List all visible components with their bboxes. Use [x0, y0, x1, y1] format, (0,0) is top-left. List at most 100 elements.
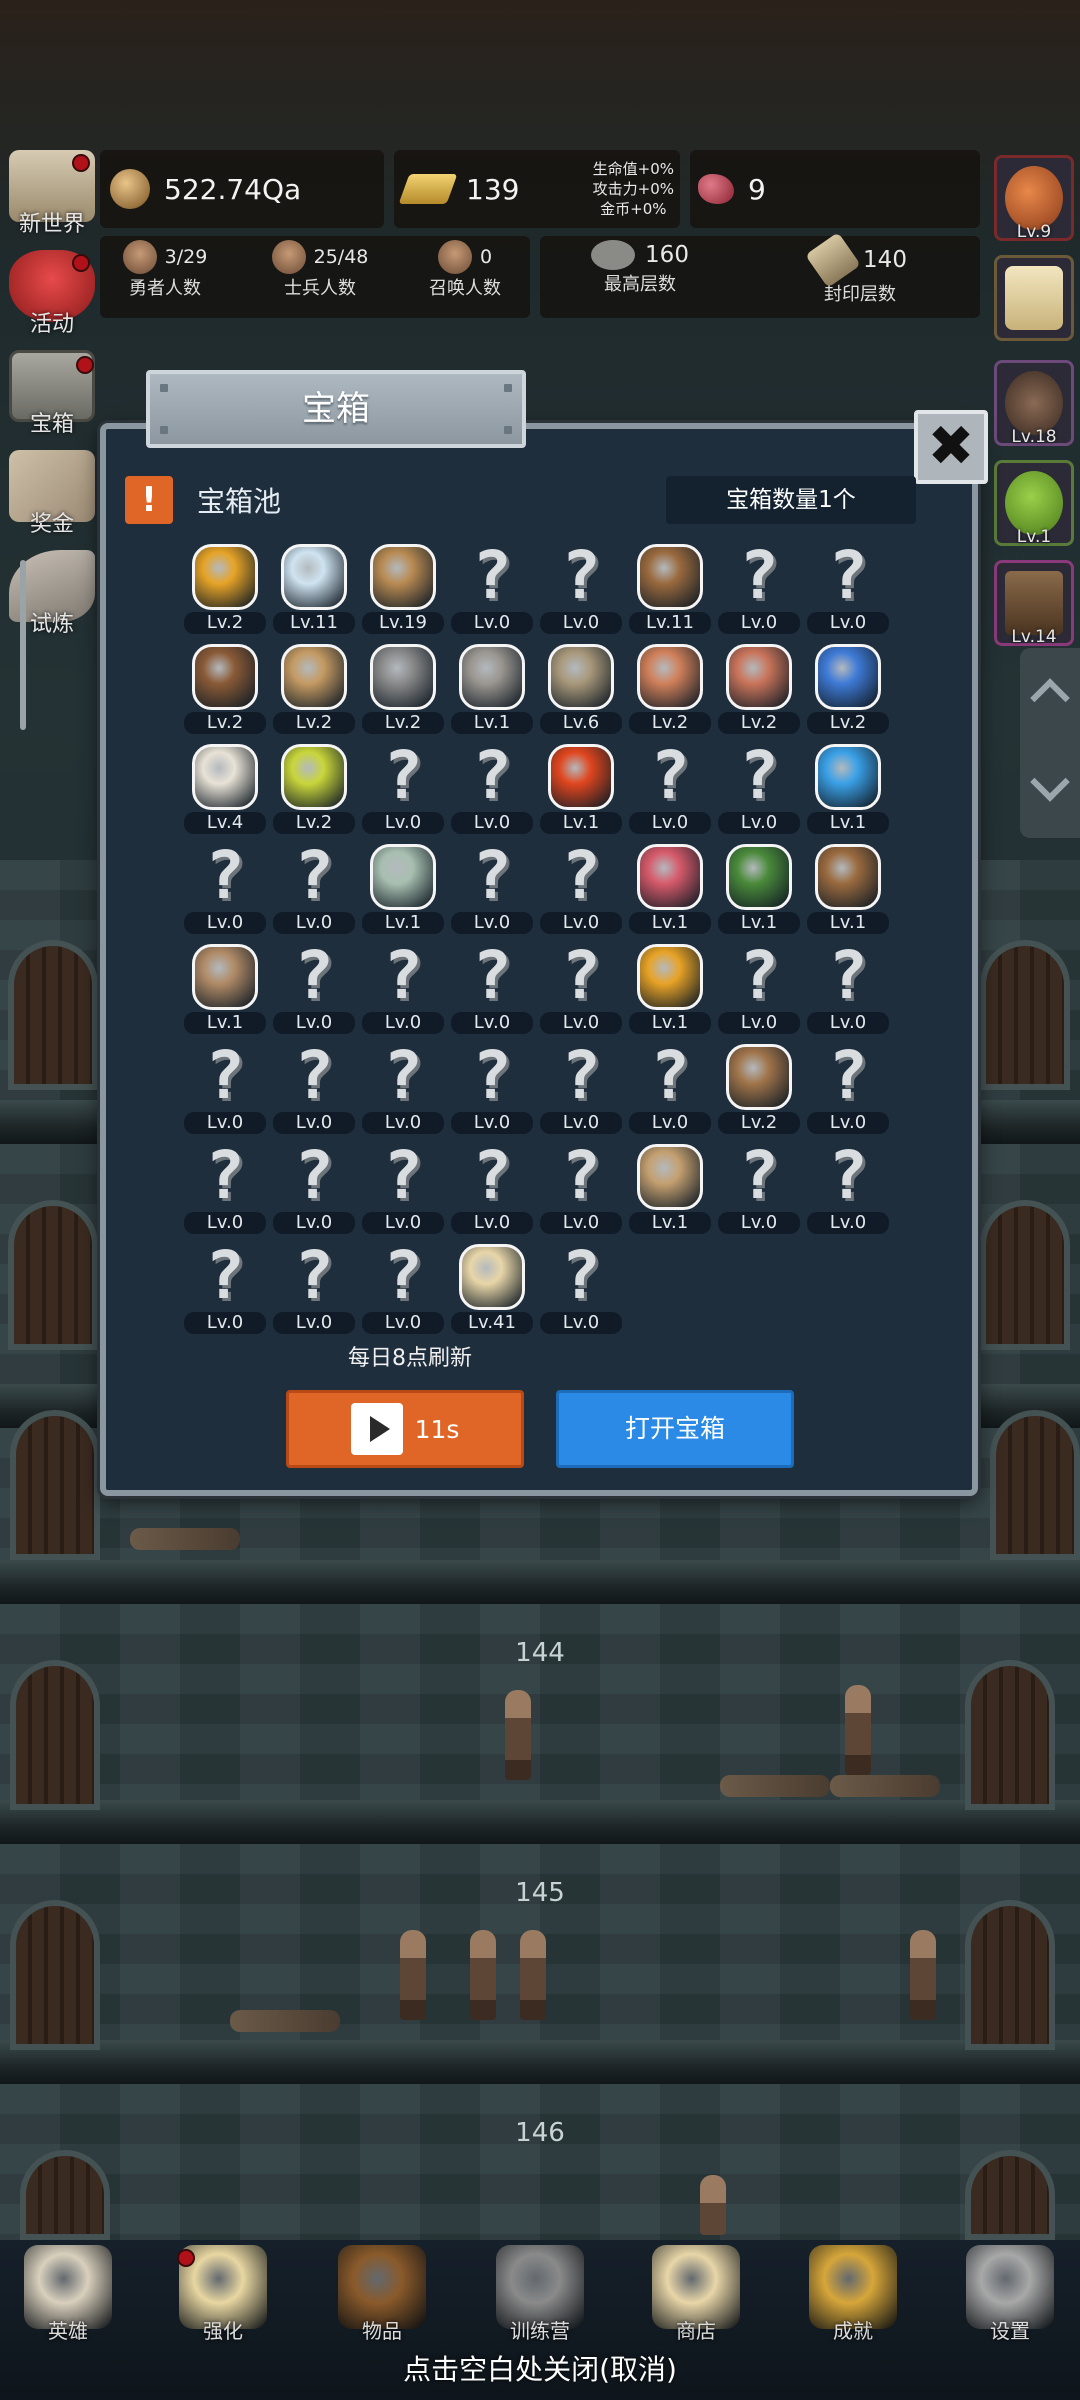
- chest-item-slot[interactable]: ? Lv.0: [358, 1240, 448, 1340]
- item-level: Lv.0: [540, 1212, 622, 1234]
- right-slot-candle[interactable]: [994, 255, 1074, 341]
- chest-item-slot[interactable]: ? Lv.0: [447, 1140, 537, 1240]
- red-potion-icon: [548, 744, 614, 810]
- chevron-down-icon[interactable]: [1030, 762, 1070, 802]
- chest-item-slot[interactable]: ? Lv.0: [447, 740, 537, 840]
- leather-helmet-icon: [192, 644, 258, 710]
- floor-ledge: [0, 1800, 1080, 1844]
- gems-amount: 9: [748, 172, 766, 206]
- chest-item-slot[interactable]: ? Lv.0: [180, 1140, 270, 1240]
- chest-item-slot[interactable]: ? Lv.0: [536, 1040, 626, 1140]
- chest-item-slot[interactable]: Lv.1: [714, 840, 804, 940]
- chest-item-slot[interactable]: ? Lv.0: [269, 1140, 359, 1240]
- chest-item-slot[interactable]: Lv.2: [269, 740, 359, 840]
- sealed-floor-value: 140: [863, 247, 907, 273]
- chest-item-slot[interactable]: Lv.11: [625, 540, 715, 640]
- chest-item-slot[interactable]: Lv.1: [447, 640, 537, 740]
- right-slot-slime[interactable]: Lv.1: [994, 460, 1074, 547]
- chest-item-slot[interactable]: ? Lv.0: [180, 1240, 270, 1340]
- chest-item-slot[interactable]: ? Lv.0: [803, 1140, 893, 1240]
- side-menu-new-world[interactable]: 新世界: [4, 150, 100, 242]
- chest-item-slot[interactable]: Lv.19: [358, 540, 448, 640]
- chest-item-slot[interactable]: Lv.2: [180, 540, 270, 640]
- chest-item-slot[interactable]: ? Lv.0: [447, 1040, 537, 1140]
- tap-to-close-hint[interactable]: 点击空白处关闭(取消): [0, 2348, 1080, 2388]
- chest-item-slot[interactable]: Lv.11: [269, 540, 359, 640]
- nav-label: 强化: [203, 2319, 243, 2343]
- chest-item-slot[interactable]: ? Lv.0: [625, 1040, 715, 1140]
- chest-item-slot[interactable]: Lv.41: [447, 1240, 537, 1340]
- item-level: Lv.1: [362, 912, 444, 934]
- chest-item-slot[interactable]: Lv.1: [625, 840, 715, 940]
- chest-item-slot[interactable]: Lv.1: [803, 740, 893, 840]
- chest-item-slot[interactable]: Lv.2: [625, 640, 715, 740]
- side-menu-trial[interactable]: 试炼: [4, 550, 100, 642]
- chest-item-slot[interactable]: Lv.2: [714, 640, 804, 740]
- nav-shop[interactable]: 商店: [636, 2245, 756, 2355]
- chest-item-slot[interactable]: Lv.1: [536, 740, 626, 840]
- question-mark-icon: ?: [294, 837, 334, 914]
- nav-training[interactable]: 训练营: [480, 2245, 600, 2355]
- max-floor-value: 160: [645, 242, 689, 268]
- chest-item-slot[interactable]: Lv.1: [625, 1140, 715, 1240]
- chest-item-slot[interactable]: Lv.1: [180, 940, 270, 1040]
- chest-item-slot[interactable]: ? Lv.0: [447, 840, 537, 940]
- open-chest-button[interactable]: 打开宝箱: [556, 1390, 794, 1468]
- pink-vial-icon: [637, 844, 703, 910]
- chest-item-slot[interactable]: Lv.2: [269, 640, 359, 740]
- chest-item-slot[interactable]: ? Lv.0: [714, 540, 804, 640]
- chest-item-slot[interactable]: ? Lv.0: [358, 1140, 448, 1240]
- chest-item-slot[interactable]: Lv.2: [358, 640, 448, 740]
- chest-item-slot[interactable]: ? Lv.0: [714, 740, 804, 840]
- chest-item-slot[interactable]: ? Lv.0: [269, 940, 359, 1040]
- item-level: Lv.1: [184, 1012, 266, 1034]
- chest-item-slot[interactable]: ? Lv.0: [714, 940, 804, 1040]
- right-slot-hooded[interactable]: Lv.18: [994, 360, 1074, 447]
- chest-item-slot[interactable]: ? Lv.0: [536, 1240, 626, 1340]
- chest-item-slot[interactable]: ? Lv.0: [536, 540, 626, 640]
- chest-item-slot[interactable]: Lv.1: [803, 840, 893, 940]
- nav-items[interactable]: 物品: [322, 2245, 442, 2355]
- chest-item-slot[interactable]: ? Lv.0: [358, 740, 448, 840]
- chest-item-slot[interactable]: ? Lv.0: [447, 540, 537, 640]
- right-slot-box-creature[interactable]: Lv.14: [994, 560, 1074, 647]
- chest-item-slot[interactable]: ? Lv.0: [536, 1140, 626, 1240]
- chest-item-slot[interactable]: ? Lv.0: [803, 1040, 893, 1140]
- item-level: Lv.0: [451, 612, 533, 634]
- chest-item-slot[interactable]: ? Lv.0: [269, 1040, 359, 1140]
- chest-item-slot[interactable]: ? Lv.0: [803, 540, 893, 640]
- chest-item-slot[interactable]: Lv.2: [714, 1040, 804, 1140]
- close-button[interactable]: ✖: [914, 410, 988, 484]
- chest-item-slot[interactable]: ? Lv.0: [180, 1040, 270, 1140]
- chest-item-slot[interactable]: Lv.1: [625, 940, 715, 1040]
- watch-video-button[interactable]: 11s: [286, 1390, 524, 1468]
- chest-item-slot[interactable]: ? Lv.0: [625, 740, 715, 840]
- side-scrollbar[interactable]: [20, 560, 26, 730]
- chest-item-slot[interactable]: Lv.2: [803, 640, 893, 740]
- chest-item-slot[interactable]: ? Lv.0: [536, 840, 626, 940]
- chest-item-slot[interactable]: ? Lv.0: [180, 840, 270, 940]
- chest-item-slot[interactable]: ? Lv.0: [269, 840, 359, 940]
- nav-settings[interactable]: 设置: [950, 2245, 1070, 2355]
- side-menu-chest[interactable]: 宝箱: [4, 350, 100, 442]
- chest-item-slot[interactable]: ? Lv.0: [269, 1240, 359, 1340]
- leather-boot-icon: [815, 844, 881, 910]
- nav-heroes[interactable]: 英雄: [8, 2245, 128, 2355]
- nav-upgrade[interactable]: 强化: [163, 2245, 283, 2355]
- right-slot-bomb[interactable]: Lv.9: [994, 155, 1074, 242]
- chevron-up-icon[interactable]: [1030, 678, 1070, 718]
- chest-item-slot[interactable]: Lv.2: [180, 640, 270, 740]
- chest-item-slot[interactable]: ? Lv.0: [447, 940, 537, 1040]
- chest-item-slot[interactable]: Lv.1: [358, 840, 448, 940]
- chest-item-slot[interactable]: Lv.4: [180, 740, 270, 840]
- side-menu-events[interactable]: 活动: [4, 250, 100, 342]
- chest-item-slot[interactable]: ? Lv.0: [358, 1040, 448, 1140]
- chest-item-slot[interactable]: ? Lv.0: [358, 940, 448, 1040]
- side-menu-bonus[interactable]: 奖金: [4, 450, 100, 542]
- question-mark-icon: ?: [739, 737, 779, 814]
- chest-item-slot[interactable]: ? Lv.0: [714, 1140, 804, 1240]
- chest-item-slot[interactable]: ? Lv.0: [803, 940, 893, 1040]
- chest-item-slot[interactable]: Lv.6: [536, 640, 626, 740]
- chest-item-slot[interactable]: ? Lv.0: [536, 940, 626, 1040]
- nav-achievements[interactable]: 成就: [793, 2245, 913, 2355]
